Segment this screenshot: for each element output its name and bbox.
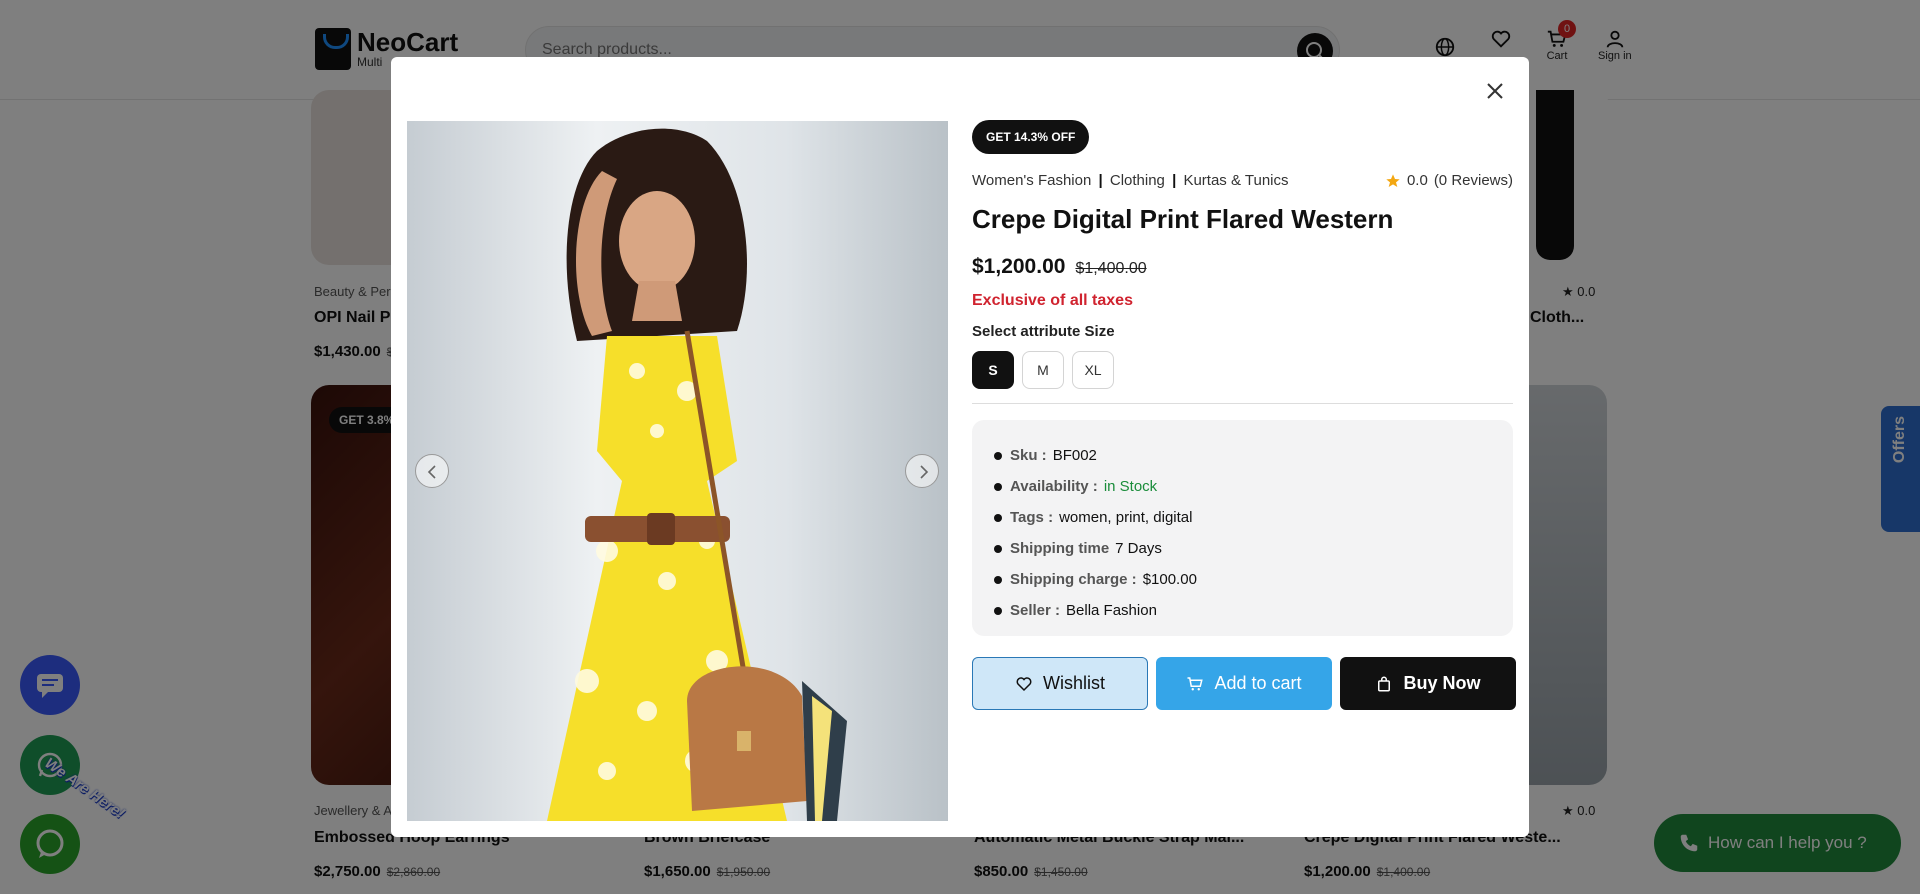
spec-tags: Tags : women, print, digital	[994, 502, 1491, 533]
breadcrumb-item[interactable]: Clothing	[1110, 172, 1165, 189]
spec-sku: Sku : BF002	[994, 440, 1491, 471]
spec-shipping-time: Shipping time 7 Days	[994, 533, 1491, 564]
review-count: (0 Reviews)	[1433, 172, 1513, 189]
breadcrumb-separator: |	[1172, 172, 1177, 189]
bullet-icon	[994, 451, 1002, 460]
bullet-icon	[994, 544, 1002, 553]
rating-value: 0.0	[1406, 172, 1428, 189]
breadcrumb-item[interactable]: Kurtas & Tunics	[1183, 172, 1288, 189]
product-specs: Sku : BF002 Availability : in Stock Tags :…	[972, 420, 1513, 636]
size-attribute-label: Select attribute Size	[972, 323, 1115, 340]
bullet-icon	[994, 513, 1002, 522]
product-gallery	[407, 121, 948, 821]
product-rating: 0.0 (0 Reviews)	[1385, 172, 1513, 189]
gallery-next-button[interactable]	[905, 454, 939, 488]
bullet-icon	[994, 606, 1002, 615]
cart-icon	[1187, 676, 1204, 690]
shopping-bag-icon	[1378, 676, 1391, 691]
spec-seller: Seller : Bella Fashion	[994, 595, 1491, 626]
add-to-cart-label: Add to cart	[1214, 673, 1302, 693]
breadcrumb-item[interactable]: Women's Fashion	[972, 172, 1091, 189]
close-button[interactable]	[1483, 79, 1507, 103]
bullet-icon	[994, 575, 1002, 584]
discount-badge: GET 14.3% OFF	[972, 120, 1090, 154]
spec-availability: Availability : in Stock	[994, 471, 1491, 502]
divider	[972, 403, 1513, 404]
star-icon	[1386, 173, 1400, 187]
quick-view-modal: GET 14.3% OFF Women's Fashion | Clothing…	[391, 57, 1529, 837]
wishlist-button[interactable]: Wishlist	[972, 657, 1148, 710]
add-to-cart-button[interactable]: Add to cart	[1156, 657, 1332, 710]
breadcrumb: Women's Fashion | Clothing | Kurtas & Tu…	[972, 172, 1289, 189]
gallery-prev-button[interactable]	[415, 454, 449, 488]
size-option-xl[interactable]: XL	[1072, 351, 1114, 389]
breadcrumb-separator: |	[1098, 172, 1103, 189]
current-price: $1,200.00	[972, 255, 1066, 278]
tax-note: Exclusive of all taxes	[972, 292, 1133, 309]
size-selector: S M XL	[972, 351, 1114, 389]
product-title: Crepe Digital Print Flared Western	[972, 204, 1394, 234]
product-photo	[407, 121, 948, 821]
size-option-m[interactable]: M	[1022, 351, 1064, 389]
spec-shipping-charge: Shipping charge : $100.00	[994, 564, 1491, 595]
original-price: $1,400.00	[1075, 260, 1147, 277]
buy-now-label: Buy Now	[1403, 673, 1481, 693]
wishlist-label: Wishlist	[1043, 673, 1105, 693]
bullet-icon	[994, 482, 1002, 491]
chevron-left-icon	[427, 465, 436, 479]
chevron-right-icon	[920, 465, 929, 479]
heart-icon	[1016, 676, 1032, 691]
size-option-s[interactable]: S	[972, 351, 1014, 389]
buy-now-button[interactable]: Buy Now	[1340, 657, 1516, 710]
close-icon	[1487, 83, 1503, 99]
product-info: GET 14.3% OFF Women's Fashion | Clothing…	[972, 120, 1516, 710]
